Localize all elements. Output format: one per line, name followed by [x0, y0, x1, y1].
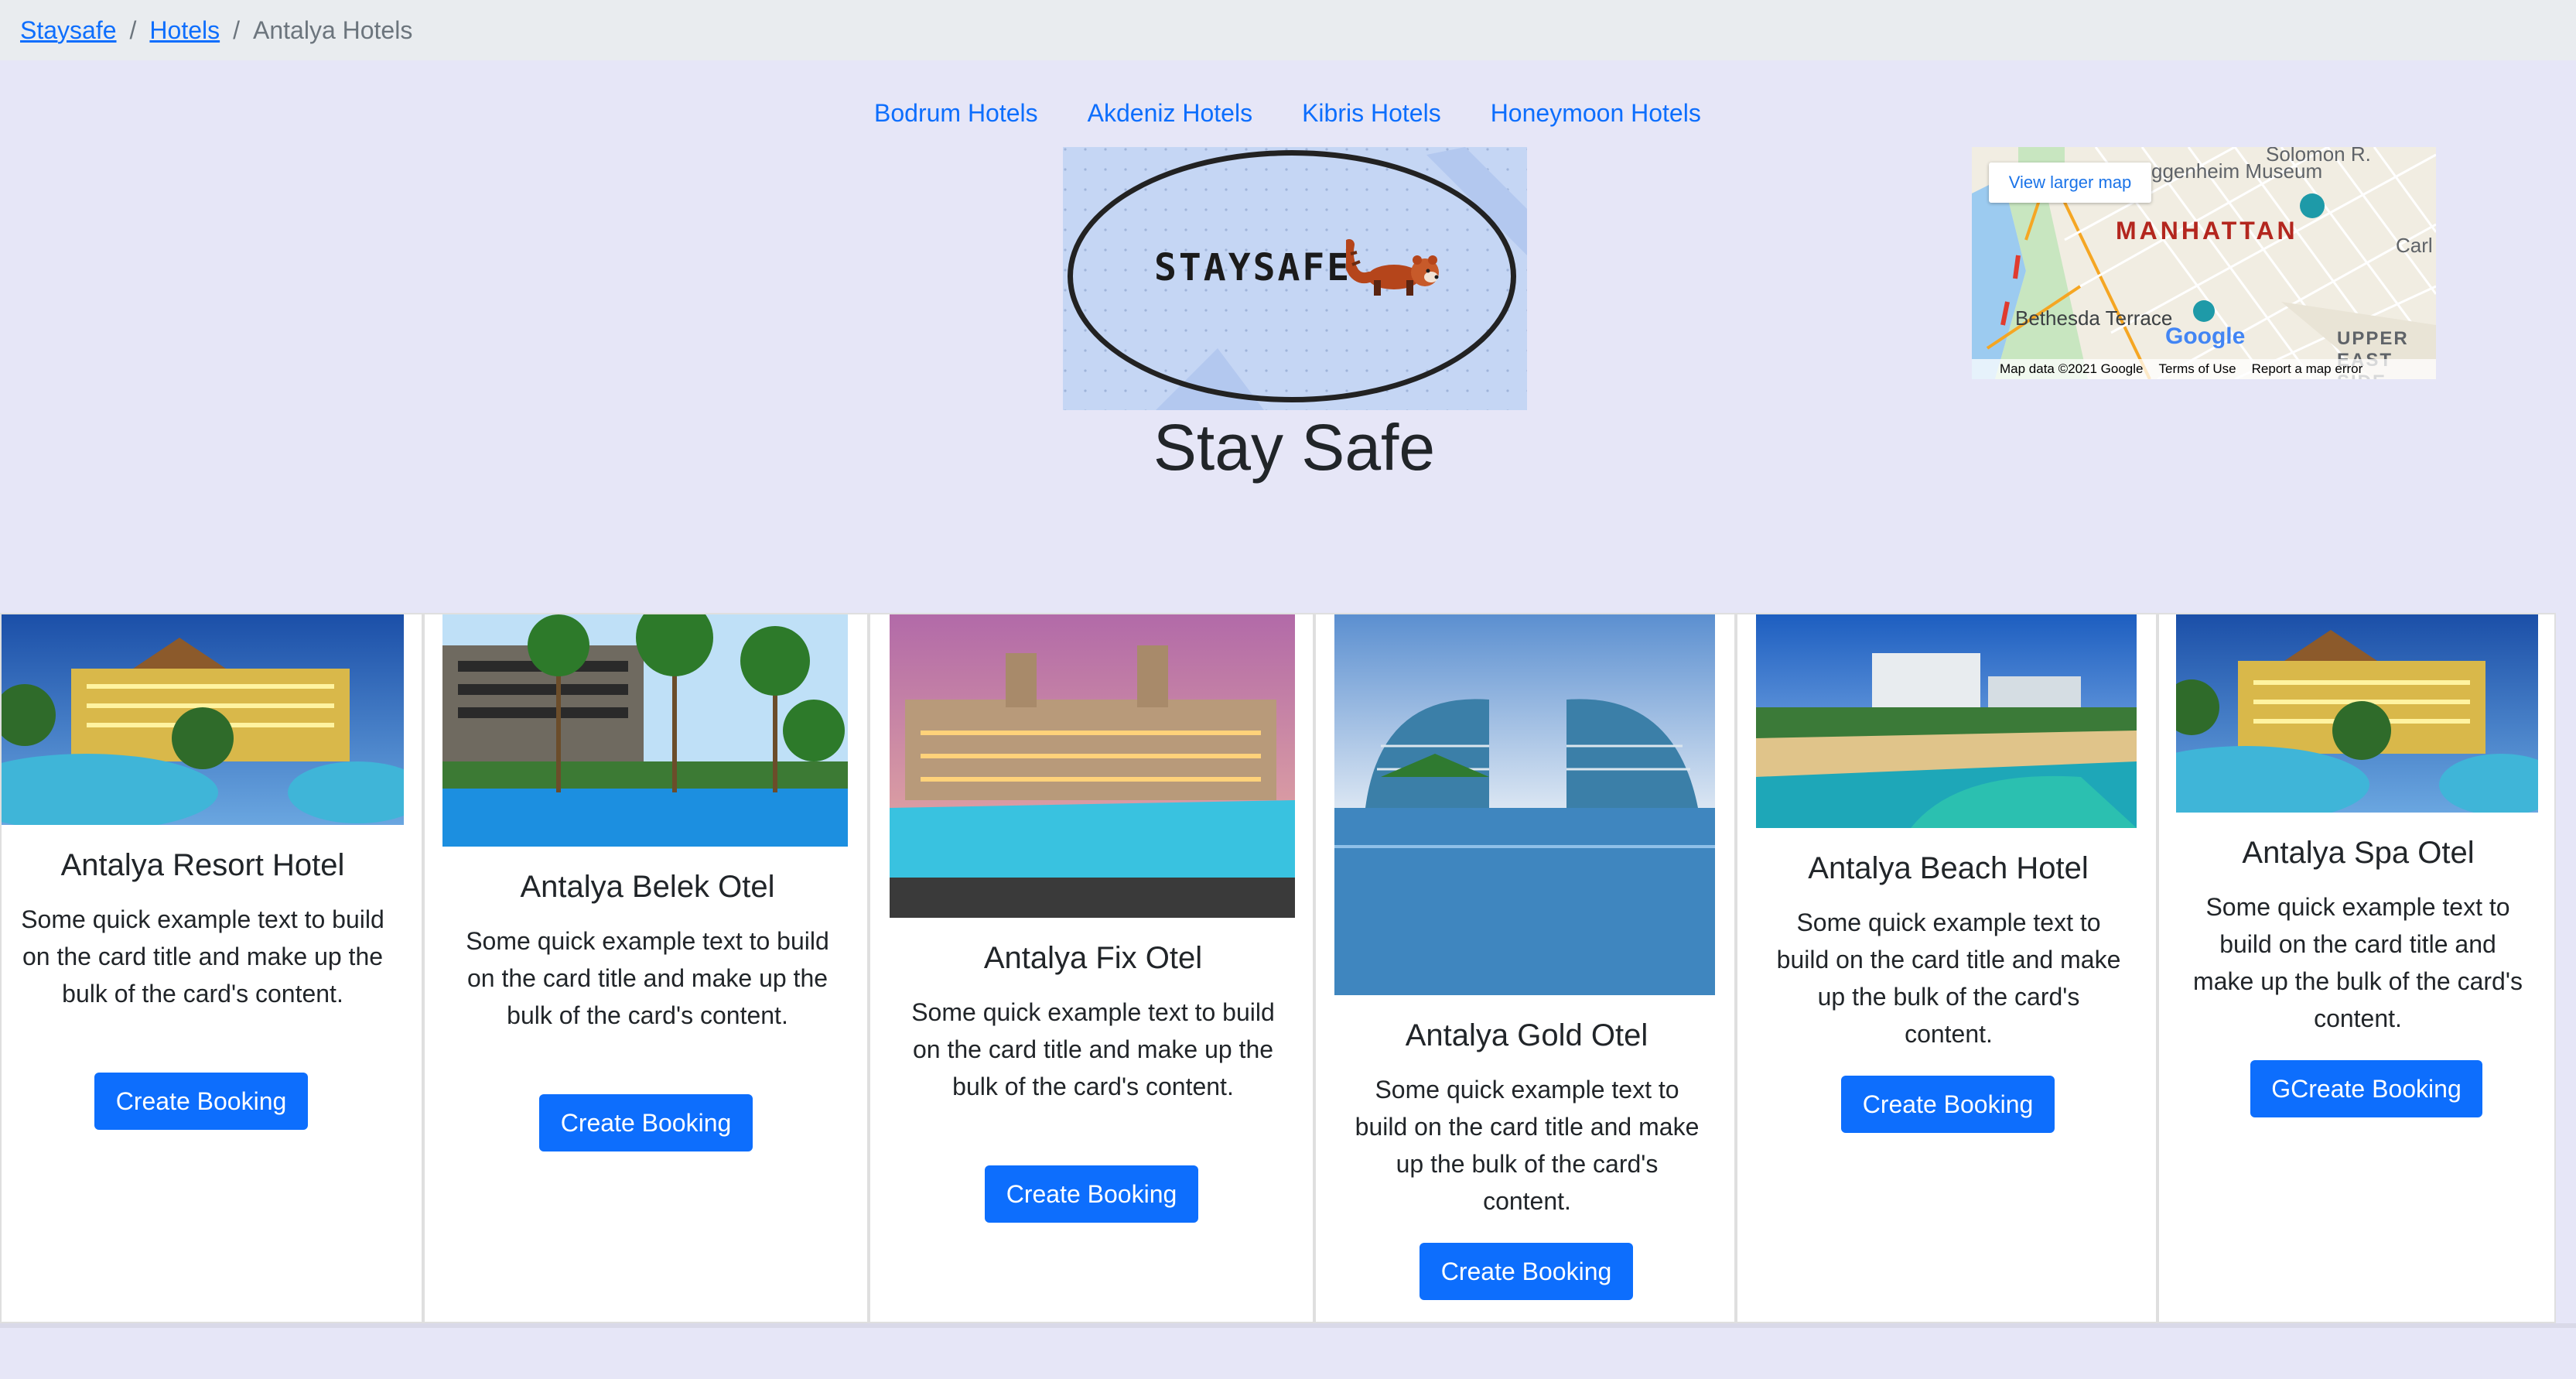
- hotel-card: Antalya Gold Otel Some quick example tex…: [1314, 613, 1736, 1323]
- hotel-card: Antalya Fix Otel Some quick example text…: [869, 613, 1314, 1323]
- hotel-nav: Bodrum Hotels Akdeniz Hotels Kibris Hote…: [874, 99, 1701, 128]
- card-text: Some quick example text to build on the …: [466, 927, 829, 1029]
- card-text: Some quick example text to build on the …: [1776, 908, 2121, 1048]
- page-title: Stay Safe: [1153, 411, 1436, 484]
- card-text: Some quick example text to build on the …: [21, 905, 384, 1008]
- create-booking-button[interactable]: Create Booking: [1841, 1076, 2055, 1133]
- create-booking-button[interactable]: Create Booking: [1420, 1243, 1633, 1300]
- map-terms-link[interactable]: Terms of Use: [2159, 361, 2236, 377]
- google-logo: Google: [2165, 323, 2246, 349]
- nav-link-akdeniz[interactable]: Akdeniz Hotels: [1088, 99, 1252, 128]
- card-text: Some quick example text to build on the …: [911, 998, 1275, 1100]
- card-text: Some quick example text to build on the …: [1355, 1076, 1700, 1215]
- card-text: Some quick example text to build on the …: [2193, 893, 2523, 1032]
- map-footer: Map data ©2021 Google Terms of Use Repor…: [1972, 359, 2436, 379]
- card-title: Antalya Gold Otel: [1405, 1018, 1648, 1052]
- hotel-photo: [442, 614, 848, 847]
- bottom-divider: [0, 1323, 2576, 1328]
- hotel-photo: [1756, 614, 2137, 828]
- hotel-photo: [2176, 614, 2538, 813]
- hotel-photo: [2, 614, 404, 825]
- view-larger-map-button[interactable]: View larger map: [1989, 163, 2151, 203]
- map-label-bethesda: Bethesda Terrace: [2015, 306, 2173, 330]
- hotel-photo: [1334, 614, 1715, 995]
- hotel-card: Antalya Spa Otel Some quick example text…: [2157, 613, 2556, 1323]
- map-attribution: Map data ©2021 Google: [2000, 361, 2144, 376]
- card-title: Antalya Beach Hotel: [1808, 851, 2089, 885]
- card-title: Antalya Belek Otel: [520, 870, 775, 904]
- google-map-embed[interactable]: Solomon R. ggenheim Museum MANHATTAN Car…: [1972, 147, 2436, 379]
- breadcrumb: Staysafe / Hotels / Antalya Hotels: [0, 0, 2576, 60]
- hotel-card: Antalya Belek Otel Some quick example te…: [423, 613, 869, 1323]
- red-panda-icon: [1346, 239, 1439, 296]
- hotel-card: Antalya Beach Hotel Some quick example t…: [1736, 613, 2157, 1323]
- breadcrumb-current: Antalya Hotels: [253, 15, 413, 44]
- breadcrumb-link-staysafe[interactable]: Staysafe: [20, 16, 117, 45]
- create-booking-button[interactable]: Create Booking: [985, 1165, 1198, 1223]
- map-label-carl: Carl: [2396, 234, 2433, 257]
- breadcrumb-separator: /: [129, 15, 137, 44]
- create-booking-button[interactable]: Create Booking: [94, 1073, 308, 1130]
- card-title: Antalya Resort Hotel: [60, 848, 345, 882]
- map-label-manhattan: MANHATTAN: [2116, 217, 2298, 245]
- nav-link-honeymoon[interactable]: Honeymoon Hotels: [1491, 99, 1701, 128]
- logo-text: STAYSAFE: [1154, 246, 1352, 289]
- map-report-link[interactable]: Report a map error: [2252, 361, 2363, 377]
- nav-link-bodrum[interactable]: Bodrum Hotels: [874, 99, 1038, 128]
- map-label-guggenheim: ggenheim Museum: [2151, 159, 2323, 183]
- create-booking-button[interactable]: Create Booking: [539, 1094, 753, 1151]
- staysafe-logo: STAYSAFE: [1063, 147, 1527, 410]
- card-title: Antalya Spa Otel: [2242, 836, 2475, 870]
- breadcrumb-link-hotels[interactable]: Hotels: [149, 16, 220, 45]
- nav-link-kibris[interactable]: Kibris Hotels: [1302, 99, 1441, 128]
- create-booking-button[interactable]: GCreate Booking: [2250, 1060, 2482, 1117]
- card-title: Antalya Fix Otel: [983, 941, 1203, 975]
- hotel-photo: [890, 614, 1295, 918]
- hotel-card: Antalya Resort Hotel Some quick example …: [0, 613, 423, 1323]
- breadcrumb-separator: /: [233, 15, 240, 44]
